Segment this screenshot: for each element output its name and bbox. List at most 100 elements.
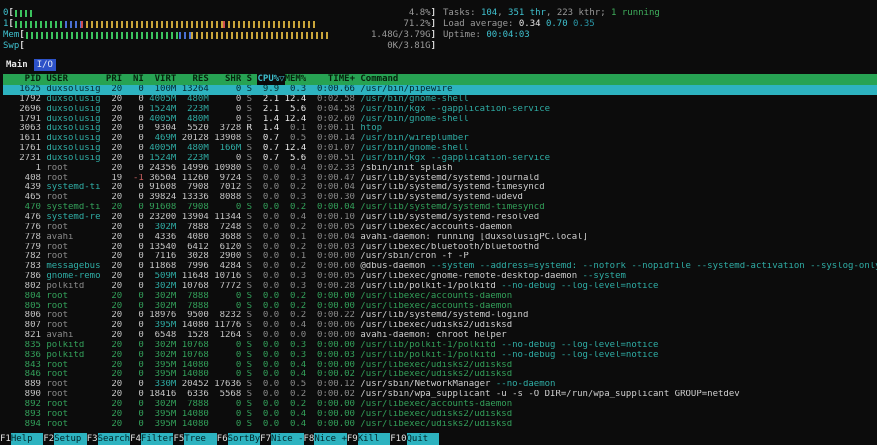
fn-f3-key[interactable]: F3 [87, 433, 98, 445]
process-row[interactable]: 835polkitd200302M107680S0.00.30:00.00/us… [3, 341, 877, 351]
column-header-cpu[interactable]: CPU%▽ [257, 74, 284, 85]
cell-ni: 0 [128, 144, 144, 154]
cell-virt: 302M [149, 302, 176, 312]
cell-pri: 20 [106, 154, 122, 164]
fn-f10-key[interactable]: F10 [390, 433, 406, 445]
process-row[interactable]: 889root200330M2045217636S0.00.50:00.12/u… [3, 380, 877, 390]
cell-shr: 9724 [214, 174, 241, 184]
process-row[interactable]: 1792duxsolusig2004005M480M0S2.112.40:02.… [3, 95, 877, 105]
fn-f5-key[interactable]: F5 [173, 433, 184, 445]
cell-shr: 0 [214, 420, 241, 430]
process-row[interactable]: 3063duxsolusig200930455203728R1.40.10:00… [3, 124, 877, 134]
cell-res: 7908 [182, 183, 209, 193]
fn-f4-key[interactable]: F4 [130, 433, 141, 445]
process-row[interactable]: 776root200302M78887248S0.00.20:00.05/usr… [3, 223, 877, 233]
fn-f10-label[interactable]: Quit [407, 433, 440, 445]
cell-pid: 465 [3, 193, 41, 203]
column-header-ni[interactable]: NI [128, 74, 144, 85]
cell-mem: 12.4 [285, 95, 307, 105]
cell-command: /usr/sbin/cron -f -P [360, 252, 877, 262]
column-header-pri[interactable]: PRI [106, 74, 122, 85]
fn-f2-key[interactable]: F2 [43, 433, 54, 445]
tab-main[interactable]: Main [3, 59, 31, 71]
process-row[interactable]: 783messagebus2001186879964284S0.00.20:00… [3, 262, 877, 272]
process-row[interactable]: 782root200711630282900S0.00.10:00.00/usr… [3, 252, 877, 262]
fn-f5-label[interactable]: Tree [184, 433, 217, 445]
process-row[interactable]: 836polkitd200302M107680S0.00.30:00.03/us… [3, 351, 877, 361]
cell-time: 0:00.00 [312, 252, 355, 262]
cell-mem: 0.4 [285, 321, 307, 331]
fn-f7-key[interactable]: F7 [260, 433, 271, 445]
process-row[interactable]: 821avahi200654815281264S0.00.00:00.00ava… [3, 331, 877, 341]
process-row[interactable]: 2731duxsolusig2001524M223M0S0.75.60:00.5… [3, 154, 877, 164]
cell-shr: 2900 [214, 252, 241, 262]
process-row[interactable]: 846root200395M140800S0.00.40:00.02/usr/l… [3, 370, 877, 380]
cell-time: 0:02.60 [312, 115, 355, 125]
fn-f6-key[interactable]: F6 [217, 433, 228, 445]
column-header-res[interactable]: RES [182, 74, 209, 85]
column-header-time[interactable]: TIME+ [312, 74, 355, 85]
process-row[interactable]: 778avahi200433640803688S0.00.10:00.04ava… [3, 233, 877, 243]
cell-pri: 20 [106, 341, 122, 351]
process-row[interactable]: 476systemd-re200232001390411344S0.00.40:… [3, 213, 877, 223]
cell-res: 223M [182, 154, 209, 164]
process-row[interactable]: 465root20039824133368088S0.00.30:00.30/u… [3, 193, 877, 203]
process-row[interactable]: 807root200395M1408011776S0.00.40:00.06/u… [3, 321, 877, 331]
process-row[interactable]: 470systemd-ti2009160879080S0.00.20:00.04… [3, 203, 877, 213]
process-row[interactable]: 805root200302M78880S0.00.20:00.00/usr/li… [3, 302, 877, 312]
process-row[interactable]: 892root200302M78880S0.00.20:00.00/usr/li… [3, 400, 877, 410]
fn-f4-label[interactable]: Filter [141, 433, 174, 445]
fn-f6-label[interactable]: SortBy [228, 433, 261, 445]
cell-state: S [247, 272, 252, 282]
process-row[interactable]: 1791duxsolusig2004005M480M0S1.412.40:02.… [3, 115, 877, 125]
cell-state: S [247, 341, 252, 351]
cell-user: root [46, 361, 100, 371]
process-row[interactable]: 439systemd-ti2009160879087012S0.00.20:00… [3, 183, 877, 193]
fn-f8-key[interactable]: F8 [304, 433, 315, 445]
cell-ni: 0 [128, 124, 144, 134]
column-header-virt[interactable]: VIRT [149, 74, 176, 85]
fn-f9-label[interactable]: Kill [358, 433, 391, 445]
cell-mem: 0.2 [285, 311, 307, 321]
process-row[interactable]: 804root200302M78880S0.00.20:00.00/usr/li… [3, 292, 877, 302]
cell-command: avahi-daemon: running [duxsolusigPC.loca… [360, 233, 877, 243]
column-header-cmd[interactable]: Command [360, 74, 877, 85]
fn-f1-label[interactable]: Help [11, 433, 44, 445]
column-header-user[interactable]: USER [46, 74, 100, 85]
process-row[interactable]: 779root2001354064126120S0.00.20:00.03/us… [3, 243, 877, 253]
cell-res: 3028 [182, 252, 209, 262]
fn-f8-label[interactable]: Nice + [314, 433, 347, 445]
cell-pid: 1791 [3, 115, 41, 125]
fn-f7-label[interactable]: Nice - [271, 433, 304, 445]
column-header-mem[interactable]: MEM% [285, 74, 307, 85]
cell-state: R [247, 124, 252, 134]
fn-f2-label[interactable]: Setup [54, 433, 87, 445]
cell-virt: 330M [149, 380, 176, 390]
process-row[interactable]: 893root200395M140800S0.00.40:00.00/usr/l… [3, 410, 877, 420]
process-row[interactable]: 894root200395M140800S0.00.40:00.00/usr/l… [3, 420, 877, 430]
tab-io[interactable]: I/O [34, 59, 56, 71]
process-row[interactable]: 843root200395M140800S0.00.40:00.00/usr/l… [3, 361, 877, 371]
cell-shr: 166M [214, 144, 241, 154]
fn-f9-key[interactable]: F9 [347, 433, 358, 445]
summary-column: Tasks: 104, 351 thr, 223 kthr; 1 running… [443, 8, 660, 52]
fn-f1-key[interactable]: F1 [0, 433, 11, 445]
cell-state: S [247, 243, 252, 253]
cell-mem: 0.2 [285, 203, 307, 213]
process-row[interactable]: 1761duxsolusig2004005M480M166MS0.712.40:… [3, 144, 877, 154]
process-row[interactable]: 890root2001841663365568S0.00.20:00.02/us… [3, 390, 877, 400]
process-row[interactable]: 1611duxsolusig200469M2012813908S0.70.50:… [3, 134, 877, 144]
process-row[interactable]: 806root2001897695008232S0.00.20:00.22/us… [3, 311, 877, 321]
fn-f3-label[interactable]: Search [98, 433, 131, 445]
process-row[interactable]: 408root19-136504112609724S0.00.30:00.47/… [3, 174, 877, 184]
process-row[interactable]: 802polkitd200302M107687772S0.00.30:00.28… [3, 282, 877, 292]
process-row[interactable]: 2696duxsolusig2001524M223M0S2.15.60:04.5… [3, 105, 877, 115]
cell-cpu: 0.0 [257, 420, 279, 430]
column-header-s[interactable]: S [247, 74, 252, 85]
column-header-pid[interactable]: PID [3, 74, 41, 85]
process-row[interactable]: 1625duxsolusig200100M132640S9.90.30:00.6… [3, 85, 877, 95]
process-row[interactable]: 786gnome-remo200509M1164810716S0.00.30:0… [3, 272, 877, 282]
process-row[interactable]: 1root200243561499610980S0.00.40:02.33/sb… [3, 164, 877, 174]
cell-mem: 0.0 [285, 331, 307, 341]
column-header-shr[interactable]: SHR [214, 74, 241, 85]
